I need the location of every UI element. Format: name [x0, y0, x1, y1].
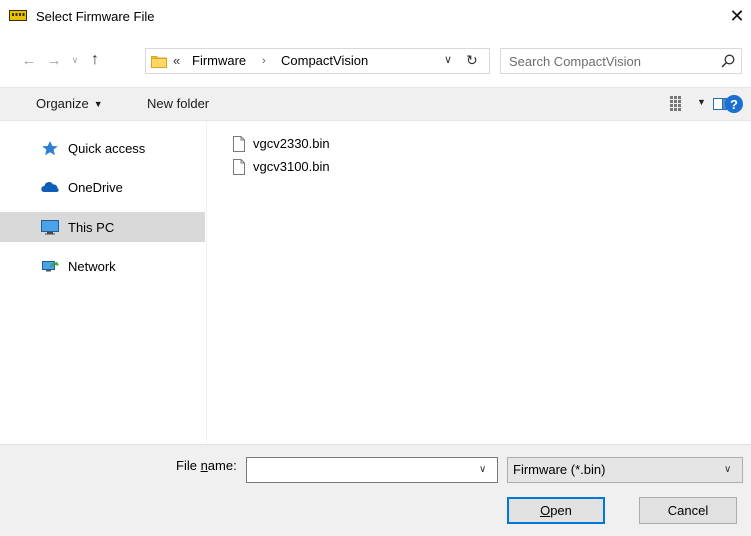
window-title: Select Firmware File: [36, 9, 155, 24]
help-icon[interactable]: ?: [725, 95, 743, 113]
folder-icon: [151, 56, 167, 68]
open-accel: O: [540, 503, 551, 518]
back-arrow-icon[interactable]: ←: [20, 50, 38, 70]
cloud-icon: [41, 182, 59, 192]
navigation-pane: Quick access OneDrive This PC Network: [0, 121, 205, 444]
open-button[interactable]: Open: [507, 497, 605, 524]
sidebar-item-label: Network: [68, 259, 116, 274]
file-dialog: Select Firmware File ✕ ← → ∨ ↑ « Firmwar…: [0, 0, 751, 536]
sidebar-item-label: This PC: [68, 220, 115, 235]
breadcrumb-firmware[interactable]: Firmware: [192, 53, 246, 68]
file-name-input[interactable]: [251, 462, 471, 478]
file-name-label-pre: File: [176, 458, 201, 473]
close-icon[interactable]: ✕: [724, 4, 750, 28]
open-label: pen: [550, 503, 572, 518]
file-name-label: vgcv2330.bin: [253, 136, 330, 151]
breadcrumb-overflow[interactable]: «: [173, 53, 180, 68]
chevron-right-icon[interactable]: ›: [262, 55, 266, 67]
forward-arrow-icon[interactable]: →: [45, 50, 63, 70]
file-name-accel: n: [200, 458, 208, 473]
sidebar-item-network[interactable]: Network: [0, 251, 205, 281]
star-icon: [42, 141, 58, 156]
file-name-label-post: ame:: [207, 458, 237, 473]
chevron-down-icon: ∨: [724, 464, 732, 475]
address-row: ← → ∨ ↑ « Firmware › CompactVision ∨ ↻: [0, 44, 751, 78]
serial-port-icon: [9, 10, 27, 21]
breadcrumb-compactvision[interactable]: CompactVision: [281, 53, 368, 68]
title-bar: Select Firmware File ✕: [0, 0, 751, 32]
up-arrow-icon[interactable]: ↑: [86, 50, 104, 70]
search-icon[interactable]: [721, 54, 735, 68]
organize-button[interactable]: Organize ▼: [36, 96, 103, 111]
new-folder-button[interactable]: New folder: [147, 96, 209, 111]
chevron-down-icon[interactable]: ∨: [479, 464, 486, 475]
sidebar-item-label: Quick access: [68, 141, 146, 156]
cancel-button[interactable]: Cancel: [639, 497, 737, 524]
command-toolbar: Organize ▼ New folder ▼ ?: [0, 87, 751, 121]
file-name-combo: ∨: [246, 457, 498, 483]
caret-down-icon: ▼: [93, 99, 103, 109]
search-input[interactable]: [509, 52, 709, 70]
network-icon: [42, 261, 59, 272]
chevron-down-icon[interactable]: ∨: [444, 53, 452, 66]
view-caret-icon[interactable]: ▼: [697, 97, 706, 107]
file-list: vgcv2330.bin vgcv3100.bin: [207, 121, 751, 444]
file-icon: [233, 136, 245, 152]
monitor-icon: [41, 220, 59, 235]
search-box: [500, 48, 742, 74]
sidebar-item-quick-access[interactable]: Quick access: [0, 133, 205, 163]
organize-label: Organize: [36, 96, 89, 111]
view-options-icon[interactable]: [670, 96, 685, 111]
sidebar-item-label: OneDrive: [68, 180, 123, 195]
file-type-select[interactable]: Firmware (*.bin) ∨: [507, 457, 743, 483]
file-name-label: File name:: [176, 458, 237, 473]
bottom-panel: File name: ∨ Firmware (*.bin) ∨ Open Can…: [0, 444, 751, 536]
refresh-icon[interactable]: ↻: [466, 52, 478, 69]
file-type-value: Firmware (*.bin): [513, 462, 606, 477]
file-name-label: vgcv3100.bin: [253, 159, 330, 174]
sidebar-item-this-pc[interactable]: This PC: [0, 212, 205, 242]
file-icon: [233, 159, 245, 175]
address-bar[interactable]: « Firmware › CompactVision ∨ ↻: [145, 48, 490, 74]
sidebar-item-onedrive[interactable]: OneDrive: [0, 172, 205, 202]
recent-locations-icon[interactable]: ∨: [69, 50, 81, 70]
